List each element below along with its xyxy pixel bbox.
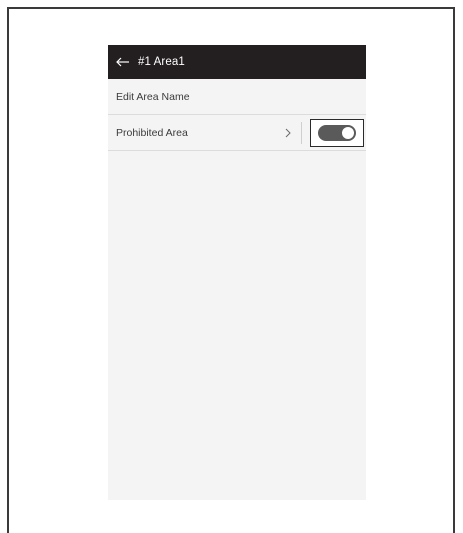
page-title: #1 Area1: [138, 56, 185, 68]
page: #1 Area1 Edit Area Name Prohibited Area: [0, 0, 463, 533]
edit-area-name-label: Edit Area Name: [116, 90, 190, 103]
prohibited-area-row[interactable]: Prohibited Area: [108, 115, 366, 151]
toggle-highlight-box: [310, 118, 364, 147]
app-header: #1 Area1: [108, 45, 366, 79]
prohibited-area-label: Prohibited Area: [116, 126, 188, 139]
toggle-knob: [342, 126, 354, 139]
chevron-right-icon[interactable]: [285, 128, 291, 138]
row-divider: [301, 121, 302, 144]
prohibited-area-toggle[interactable]: [318, 124, 356, 141]
edit-area-name-row[interactable]: Edit Area Name: [108, 79, 366, 115]
arrow-left-icon[interactable]: [116, 57, 130, 67]
phone-screen: #1 Area1 Edit Area Name Prohibited Area: [108, 45, 366, 500]
